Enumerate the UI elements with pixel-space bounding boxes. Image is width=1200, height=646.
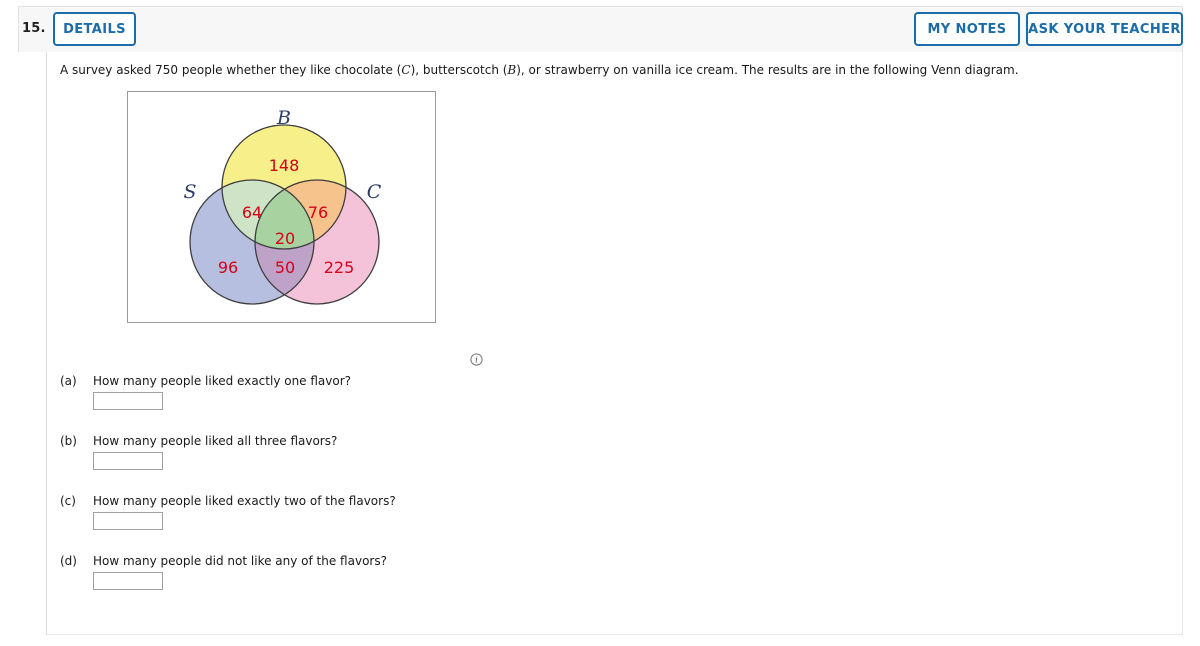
venn-count-s-only: 96: [218, 258, 238, 277]
venn-count-b-only: 148: [269, 156, 300, 175]
venn-count-b-and-c: 76: [308, 203, 328, 222]
info-icon[interactable]: i: [470, 353, 483, 366]
answer-input-d[interactable]: [93, 572, 163, 590]
answer-input-b[interactable]: [93, 452, 163, 470]
venn-count-c-only: 225: [324, 258, 355, 277]
venn-diagram-frame: B S C 148 64 76 20 96 50 225: [127, 91, 436, 323]
prompt-text-2: ), butterscotch (: [410, 63, 508, 77]
my-notes-button[interactable]: MY NOTES: [914, 12, 1020, 46]
venn-count-s-and-b: 64: [242, 203, 262, 222]
question-prompt: A survey asked 750 people whether they l…: [60, 62, 1019, 78]
question-content-panel: A survey asked 750 people whether they l…: [46, 52, 1183, 635]
venn-label-b: B: [276, 107, 291, 129]
venn-label-s: S: [183, 181, 196, 203]
part-b-letter: (b): [60, 434, 77, 448]
prompt-text-3: ), or strawberry on vanilla ice cream. T…: [516, 63, 1019, 77]
part-a-text: How many people liked exactly one flavor…: [93, 374, 352, 388]
prompt-text-1: A survey asked 750 people whether they l…: [60, 63, 402, 77]
part-c-text: How many people liked exactly two of the…: [93, 494, 396, 508]
venn-count-all-three: 20: [275, 229, 295, 248]
answer-input-c[interactable]: [93, 512, 163, 530]
prompt-var-b: B: [507, 63, 517, 77]
part-d-text: How many people did not like any of the …: [93, 554, 387, 568]
prompt-var-c: C: [401, 63, 411, 77]
venn-label-c: C: [367, 181, 382, 203]
details-button[interactable]: DETAILS: [53, 12, 136, 46]
part-d-letter: (d): [60, 554, 77, 568]
venn-diagram: B S C 148 64 76 20 96 50 225: [183, 107, 382, 305]
question-number: 15.: [22, 21, 46, 36]
part-a-letter: (a): [60, 374, 77, 388]
part-c-letter: (c): [60, 494, 76, 508]
part-b-text: How many people liked all three flavors?: [93, 434, 338, 448]
venn-count-s-and-c: 50: [275, 258, 295, 277]
ask-your-teacher-button[interactable]: ASK YOUR TEACHER: [1026, 12, 1183, 46]
svg-text:i: i: [475, 356, 478, 366]
answer-input-a[interactable]: [93, 392, 163, 410]
